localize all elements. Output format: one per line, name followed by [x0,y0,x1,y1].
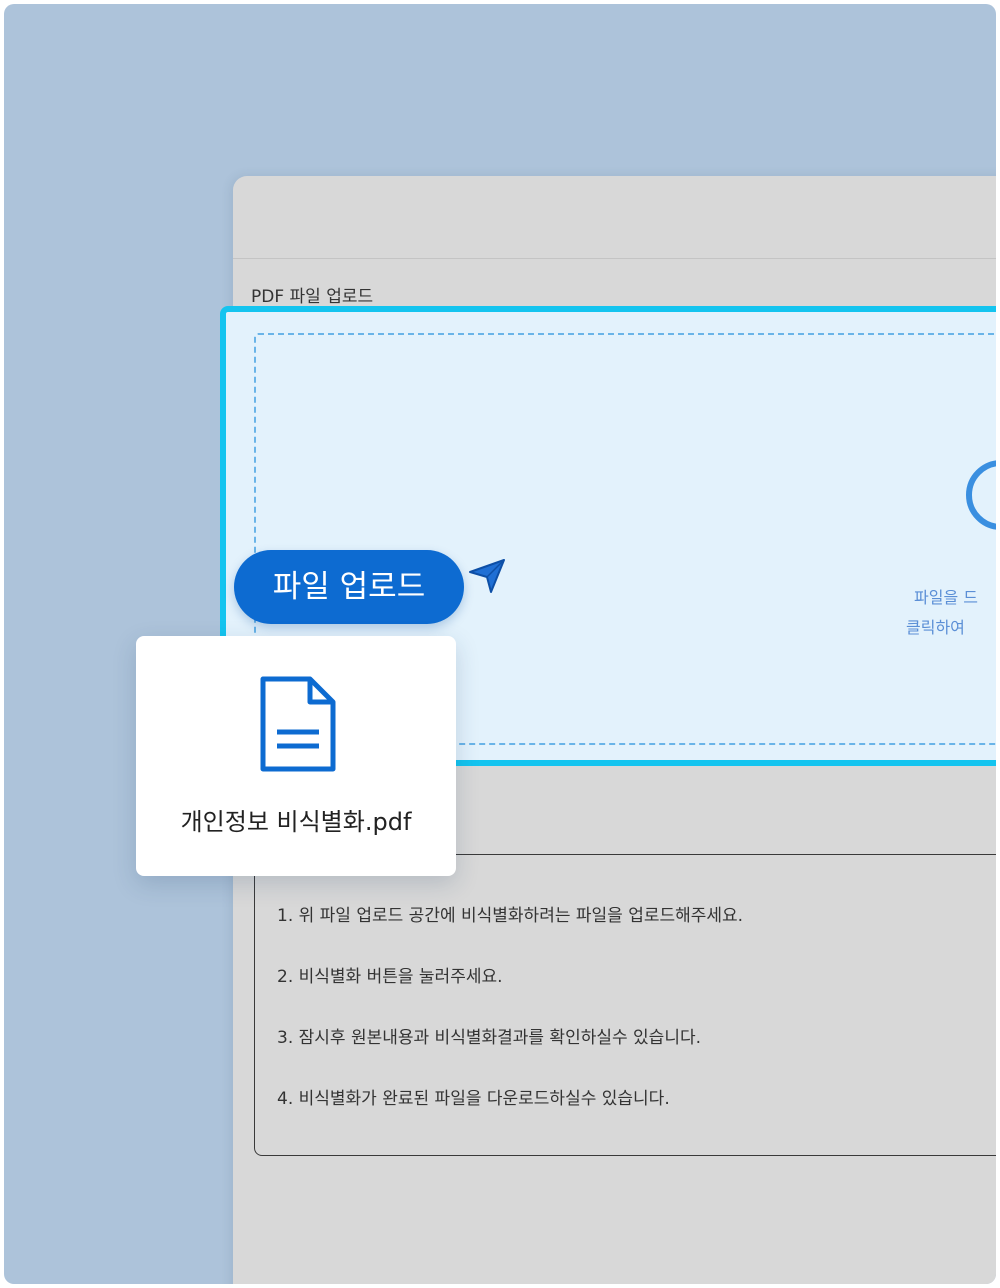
dropzone-hint-line-2: 클릭하여 [906,618,965,637]
document-icon [260,676,336,772]
instruction-step-3: 3. 잠시후 원본내용과 비식별화결과를 확인하실수 있습니다. [277,1028,702,1048]
instruction-step-2: 2. 비식별화 버튼을 눌러주세요. [277,967,503,987]
dragged-file-card[interactable]: 개인정보 비식별화.pdf [136,636,456,876]
dropzone-hint-line-1: 파일을 드 [914,588,978,607]
upload-file-pill-button[interactable]: 파일 업로드 [234,550,464,624]
pointer-arrow-icon [469,559,505,593]
file-name-label: 개인정보 비식별화.pdf [180,808,412,836]
window-header [233,176,996,259]
instruction-step-4: 4. 비식별화가 완료된 파일을 다운로드하실수 있습니다. [277,1089,670,1109]
upload-section-label: PDF 파일 업로드 [251,287,374,307]
instructions-box: 1. 위 파일 업로드 공간에 비식별화하려는 파일을 업로드해주세요. 2. … [254,854,996,1156]
instruction-step-1: 1. 위 파일 업로드 공간에 비식별화하려는 파일을 업로드해주세요. [277,906,744,926]
